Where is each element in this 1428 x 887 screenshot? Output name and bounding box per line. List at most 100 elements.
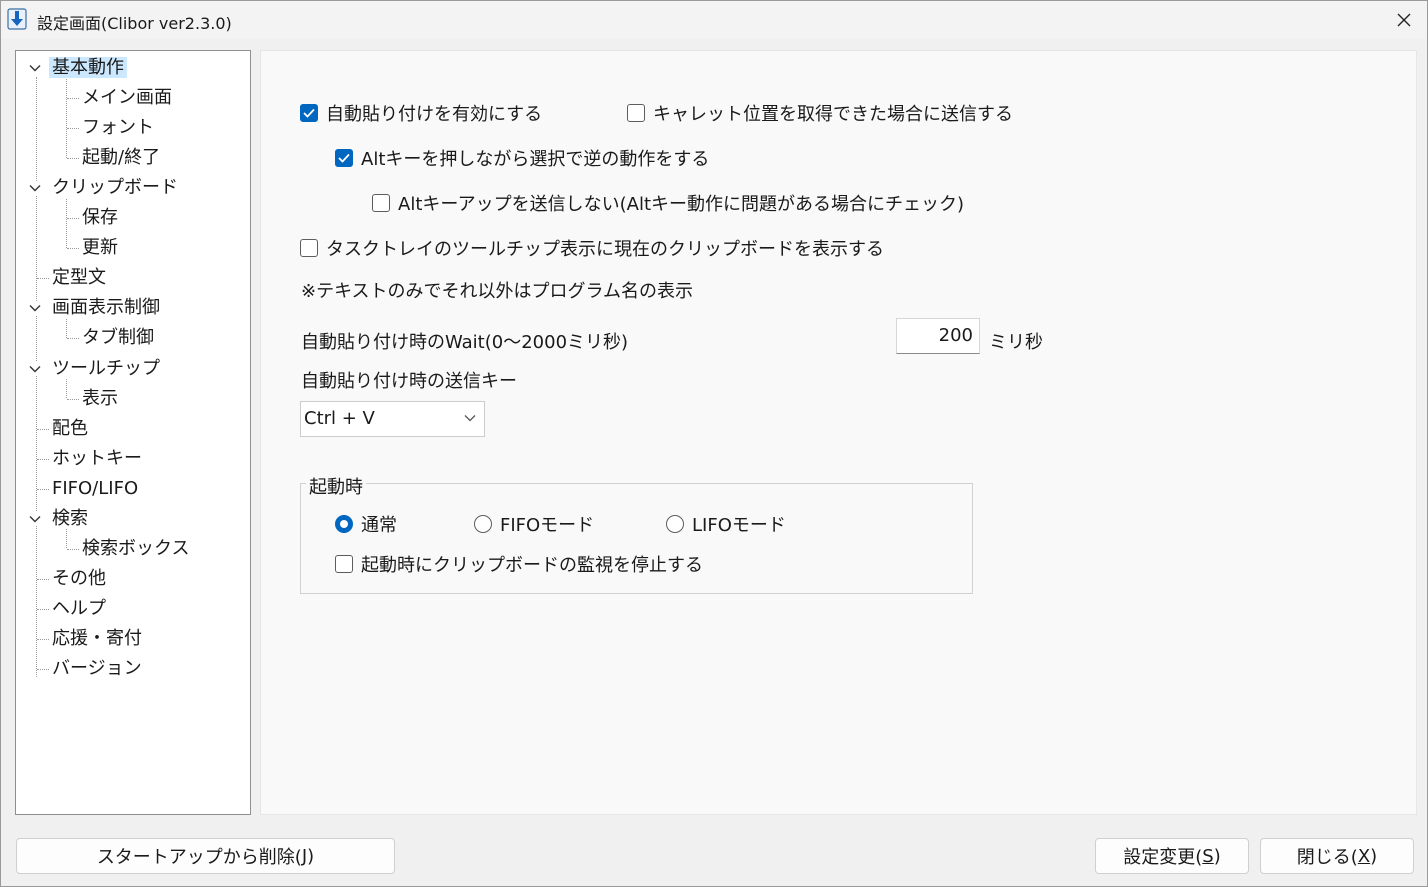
tree-item[interactable]: FIFO/LIFO (49, 476, 141, 502)
tree-item[interactable]: 更新 (79, 235, 121, 261)
tasktray-tooltip-checkbox[interactable]: タスクトレイのツールチップ表示に現在のクリップボードを表示する (300, 235, 884, 261)
tree-item-label: 基本動作 (49, 57, 127, 78)
tree-item-label: ヘルプ (52, 597, 106, 619)
tree-item-label: 配色 (52, 417, 88, 439)
radio-normal[interactable]: 通常 (335, 511, 397, 537)
tree-item-label: ツールチップ (52, 357, 160, 379)
tree-item-label: バージョン (52, 658, 142, 679)
radio-fifo-label: FIFOモード (500, 515, 595, 536)
remove-startup-paren: ) (307, 845, 315, 867)
tree-connector (37, 428, 49, 430)
tree-item[interactable]: バージョン (49, 656, 145, 682)
radio-fifo[interactable]: FIFOモード (474, 511, 594, 537)
chevron-down-icon[interactable] (28, 301, 42, 316)
tree-connector (67, 248, 79, 250)
startup-groupbox (300, 483, 973, 594)
tree-item-label: 更新 (82, 237, 118, 259)
tree-connector (36, 77, 37, 677)
tree-connector (37, 578, 49, 580)
tree-item-label: 検索ボックス (82, 537, 190, 559)
alt-reverse-checkbox[interactable]: Altキーを押しながら選択で逆の動作をする (335, 145, 709, 171)
tree-item-label: クリップボード (52, 177, 178, 199)
settings-category-tree[interactable]: 基本動作メイン画面フォント起動/終了クリップボード保存更新定型文画面表示制御タブ… (15, 50, 251, 815)
tree-item[interactable]: クリップボード (49, 175, 181, 201)
tree-connector (37, 608, 49, 610)
apply-paren: ) (1213, 845, 1221, 867)
tree-connector (67, 548, 79, 550)
tree-item[interactable]: 検索 (49, 506, 91, 532)
tree-item[interactable]: 基本動作 (49, 55, 127, 81)
tree-item[interactable]: ツールチップ (49, 356, 163, 382)
tree-item-label: メイン画面 (82, 87, 172, 109)
apply-label: 設定変更( (1123, 847, 1203, 868)
radio-unselected-icon (474, 515, 492, 533)
tree-item-label: その他 (52, 567, 106, 589)
tree-connector (66, 79, 67, 158)
chevron-down-icon (464, 415, 476, 422)
send-key-select[interactable]: Ctrl + V (300, 401, 485, 437)
settings-window: 設定画面(Clibor ver2.3.0) 基本動作メイン画面フォント起動/終了… (0, 0, 1428, 887)
tree-item-label: 定型文 (52, 267, 106, 289)
tree-item[interactable]: 起動/終了 (79, 145, 163, 171)
wait-label: 自動貼り付け時のWait(0～2000ミリ秒) (301, 332, 629, 353)
tree-item[interactable]: 配色 (49, 416, 91, 442)
chevron-down-icon[interactable] (28, 511, 42, 526)
checkbox-unchecked-icon (335, 555, 353, 573)
tree-item-label: 表示 (82, 387, 118, 409)
tree-item[interactable]: 検索ボックス (79, 536, 192, 562)
tree-item[interactable]: 定型文 (49, 265, 109, 291)
tree-item-label: FIFO/LIFO (52, 477, 139, 499)
close-button[interactable]: 閉じる(X) (1260, 838, 1414, 874)
tree-item[interactable]: 画面表示制御 (49, 295, 163, 321)
tree-item[interactable]: フォント (79, 115, 157, 141)
tree-item[interactable]: 保存 (79, 205, 121, 231)
alt-keyup-checkbox[interactable]: Altキーアップを送信しない(Altキー動作に問題がある場合にチェック) (372, 190, 964, 216)
wait-unit: ミリ秒 (989, 332, 1043, 353)
stop-monitor-checkbox[interactable]: 起動時にクリップボードの監視を停止する (335, 551, 703, 577)
caret-send-label: キャレット位置を取得できた場合に送信する (653, 104, 1013, 125)
checkbox-checked-icon (335, 149, 353, 167)
wait-input[interactable]: 200 (896, 318, 980, 354)
auto-paste-label: 自動貼り付けを有効にする (326, 104, 543, 125)
radio-normal-label: 通常 (361, 515, 397, 536)
tree-item[interactable]: その他 (49, 566, 109, 592)
tree-item[interactable]: 表示 (79, 386, 121, 412)
chevron-down-icon[interactable] (28, 361, 42, 376)
checkbox-unchecked-icon (372, 194, 390, 212)
tree-connector (67, 128, 79, 130)
close-window-button[interactable] (1381, 1, 1427, 39)
close-paren: ) (1370, 845, 1378, 867)
remove-startup-label: スタートアップから削除( (96, 847, 302, 868)
radio-lifo[interactable]: LIFOモード (666, 511, 786, 537)
tree-connector (37, 278, 49, 280)
chevron-down-icon[interactable] (28, 61, 42, 75)
tree-connector (66, 529, 67, 548)
tree-connector (67, 98, 79, 100)
tree-connector (67, 398, 79, 400)
checkbox-checked-icon (300, 104, 318, 122)
close-icon (1397, 13, 1411, 27)
remove-startup-button[interactable]: スタートアップから削除(J) (16, 838, 395, 874)
send-key-label: 自動貼り付け時の送信キー (301, 371, 517, 392)
tree-item-label: 保存 (82, 207, 118, 229)
tree-item[interactable]: メイン画面 (79, 85, 175, 111)
tree-connector (67, 338, 79, 340)
close-accesskey: X (1357, 845, 1371, 867)
tree-connector (37, 488, 49, 490)
tree-connector (37, 638, 49, 640)
tree-item[interactable]: 応援・寄付 (49, 626, 145, 652)
radio-lifo-label: LIFOモード (692, 515, 786, 536)
tree-item-label: 検索 (52, 507, 88, 529)
tree-item[interactable]: タブ制御 (79, 325, 157, 351)
tree-item[interactable]: ヘルプ (49, 596, 109, 622)
tree-item[interactable]: ホットキー (49, 446, 145, 472)
clibor-app-icon (7, 8, 27, 30)
apply-settings-button[interactable]: 設定変更(S) (1095, 838, 1249, 874)
caret-send-checkbox[interactable]: キャレット位置を取得できた場合に送信する (627, 100, 1013, 126)
auto-paste-checkbox[interactable]: 自動貼り付けを有効にする (300, 100, 542, 126)
tree-connector (37, 458, 49, 460)
chevron-down-icon[interactable] (28, 181, 42, 196)
title-bar: 設定画面(Clibor ver2.3.0) (1, 1, 1427, 39)
alt-keyup-label: Altキーアップを送信しない(Altキー動作に問題がある場合にチェック) (398, 194, 965, 215)
startup-group-label: 起動時 (306, 473, 366, 499)
